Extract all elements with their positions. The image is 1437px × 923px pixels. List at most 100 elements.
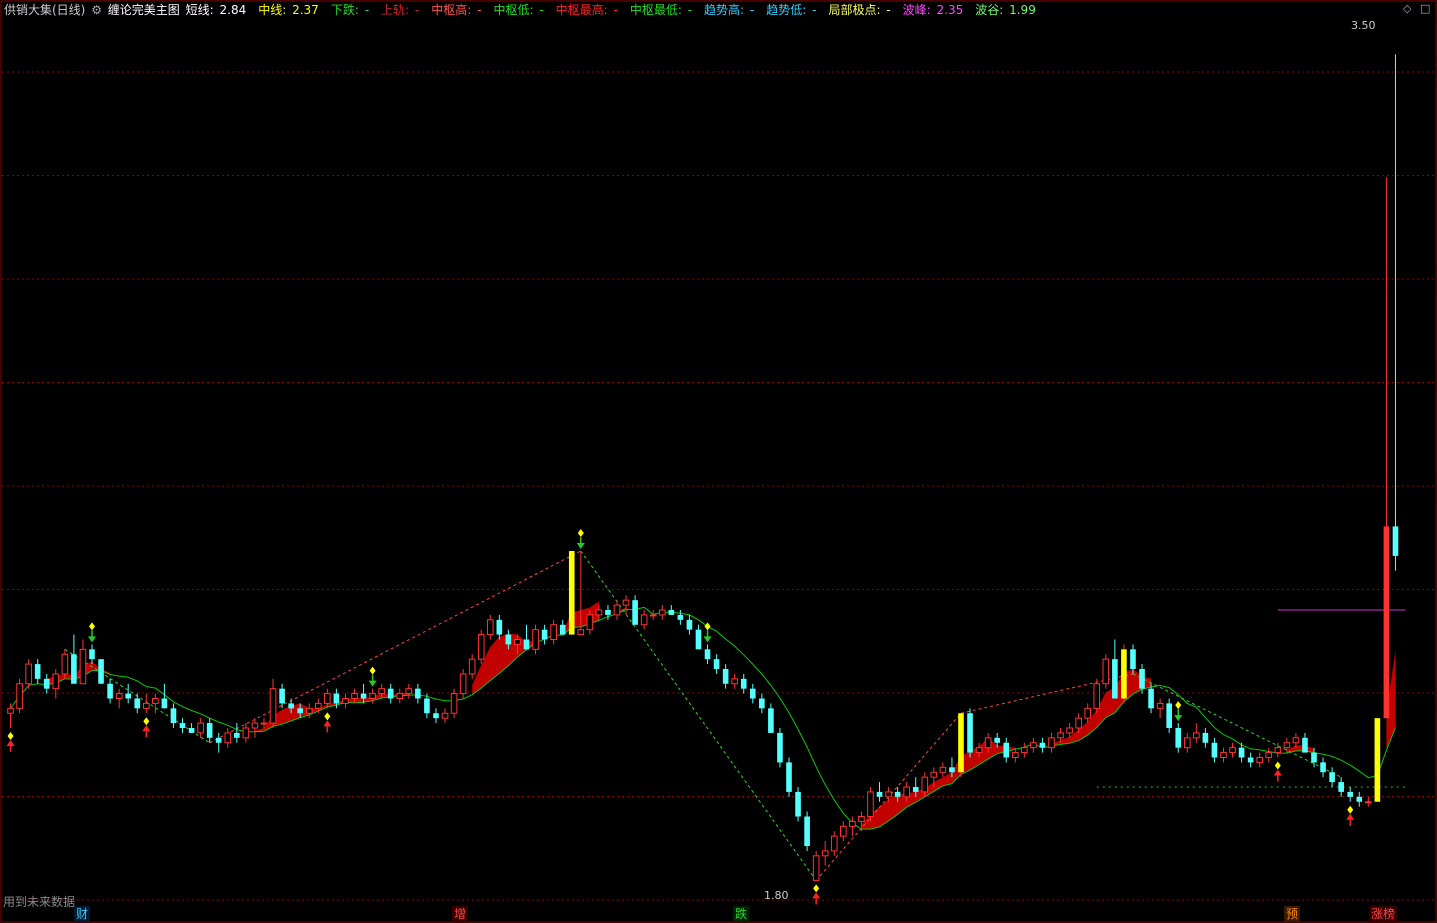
candle-body [1283,742,1291,749]
candle-body [722,669,729,684]
event-label-zeng[interactable]: 增 [452,906,469,922]
candle-body [731,678,738,685]
candle-body [486,619,494,636]
candle-body [1039,742,1046,748]
candle-body [450,693,458,714]
indicator-item: 趋势高: - [704,3,756,17]
candle-body [1238,747,1245,758]
candle-body [234,732,240,738]
event-label-cai[interactable]: 财 [74,906,91,922]
candle-body [1011,752,1019,758]
candle-body [125,693,132,699]
candle-body [967,713,973,753]
indicator-item: 中线: 2.37 [258,3,321,17]
candle-body [1183,737,1191,749]
event-label-yu[interactable]: 预 [1284,906,1301,922]
event-label-die[interactable]: 跌 [733,906,750,922]
candle-body [649,614,657,617]
candle-body [632,600,638,625]
indicator-label: 中枢高: [431,3,472,17]
candle-body [152,698,159,704]
candle-body [1093,683,1101,709]
indicator-item: 中枢低: - [493,3,545,17]
candle-body [1084,707,1092,719]
candle-body [1256,757,1264,763]
candle-body [858,816,865,822]
indicator-value: - [535,3,544,17]
candle-body [876,791,883,797]
candle-body [142,702,150,709]
window-toggle-icon[interactable]: □ [1420,2,1430,15]
indicator-value: - [683,3,693,17]
candle-body [1003,742,1010,758]
candle-body [288,703,294,709]
candle-body [333,693,340,704]
candle-body [577,629,585,636]
candle-body [1338,782,1344,792]
candle-body [396,693,404,699]
chart-header: 供销大集(日线) ⚙ 缠论完美主图 短线: 2.84 中线: 2.37 下跌: -上… [4,1,1050,19]
price-label-max: 3.50 [1351,19,1376,32]
candle-body [786,762,792,792]
candle-body [777,732,783,763]
candle-body [1320,762,1326,773]
indicator-label: 下跌: [330,3,359,17]
candle-body [170,708,177,724]
indicator-label: 趋势低: [766,3,807,17]
candle-body [975,747,983,754]
candle-body [921,776,929,793]
candle-body [1211,742,1218,758]
gear-icon[interactable]: ⚙ [91,3,102,17]
indicator-item: 中枢最低: - [630,3,694,17]
candle-body [1383,526,1390,719]
candle-body [912,787,919,792]
indicator-label: 波谷: [975,3,1004,17]
candle-body [161,698,168,709]
candle-body [658,609,666,616]
candle-body [496,619,503,635]
indicator-label: 短线: [185,3,214,17]
candle-body [1030,742,1037,749]
candle-body [468,658,476,675]
candle-body [586,614,594,631]
candle-body [830,835,838,852]
candle-body [1292,737,1300,744]
candle-body [34,664,41,679]
candle-body [523,639,530,650]
candle-body [314,702,322,709]
candle-body [550,624,557,640]
event-label-zhangbang[interactable]: 涨榜 [1369,906,1398,922]
candle-body [686,619,693,630]
indicator-label: 中枢最高: [555,3,608,17]
indicator-value: 2.84 [215,3,247,17]
indicator-item: 上轨: - [381,3,421,17]
candle-body [433,713,439,719]
candle-body [1311,752,1317,763]
candle-body [1229,747,1236,754]
candle-body [1112,659,1118,699]
candle-body [1365,801,1372,804]
indicator-value: 2.37 [288,3,319,17]
candle-body [378,688,385,695]
candle-body [1066,727,1073,734]
indicator-value: - [609,3,618,17]
candle-body [279,688,285,704]
candle-body [1274,747,1282,754]
candle-body [360,693,367,699]
indicator-item: 波峰: 2.35 [903,3,966,17]
candle-body [1265,752,1273,758]
candle-body [768,708,774,733]
candle-body [1139,669,1145,689]
candle-body [1021,747,1028,754]
candle-body [342,698,349,704]
candle-body [1057,732,1064,739]
diamond-icon[interactable]: ◇ [1403,2,1411,15]
indicator-label: 中线: [258,3,287,17]
candlestick-chart[interactable]: 3.50 1.80 [0,0,1437,923]
indicator-name[interactable]: 缠论完美主图 [108,3,180,17]
indicator-item: 中枢最高: - [556,3,620,17]
candle-body [605,610,611,615]
candle-body [1329,772,1335,783]
candle-body [930,771,938,778]
candle-body [107,683,113,699]
